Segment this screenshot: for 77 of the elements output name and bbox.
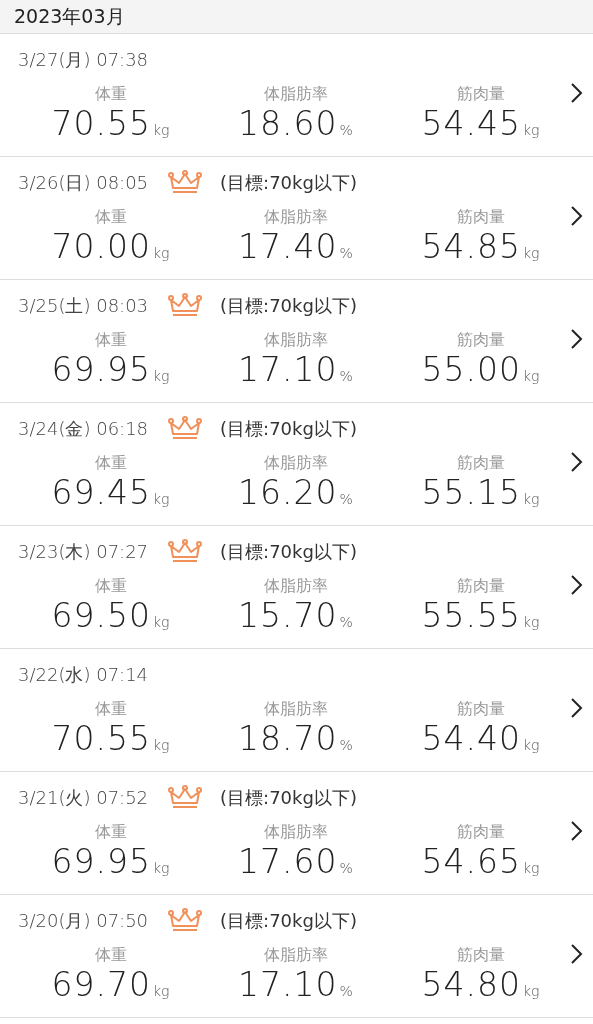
metric-value: 69.70 kg (51, 965, 170, 1006)
goal-text: (目標:70kg以下) (220, 540, 357, 564)
chevron-right-icon[interactable] (569, 574, 583, 596)
crown-icon (168, 170, 203, 196)
metric-value: 18.70% (238, 719, 353, 760)
metric-label: 筋肉量 (456, 453, 505, 473)
metric-value: 69.95 kg (51, 842, 170, 883)
metric-label: 体脂肪率 (263, 84, 328, 104)
metric-label: 体脂肪率 (263, 453, 328, 473)
goal-text: (目標:70kg以下) (220, 171, 357, 195)
crown-icon (168, 293, 203, 319)
metric-label: 筋肉量 (456, 945, 505, 965)
metric-label: 筋肉量 (456, 576, 505, 596)
chevron-right-icon[interactable] (569, 328, 583, 350)
metric-label: 体重 (94, 84, 127, 104)
metric-label: 体脂肪率 (263, 945, 328, 965)
metric-value: 69.95 kg (51, 350, 170, 391)
month-title: 2023年03月 (14, 3, 125, 29)
metric-value: 16.20% (238, 473, 353, 514)
record-datetime: 3/25(土) 08:03 (18, 294, 149, 318)
metric-label: 体脂肪率 (263, 699, 328, 719)
goal-text: (目標:70kg以下) (220, 417, 357, 441)
record-datetime: 3/22(水) 07:14 (18, 663, 149, 687)
metric-value: 55.55 kg (421, 596, 540, 637)
crown-icon (168, 908, 203, 934)
metric-value: 70.55 kg (51, 719, 170, 760)
record-datetime: 3/21(火) 07:52 (18, 786, 149, 810)
metric-label: 体重 (94, 207, 127, 227)
metric-label: 体重 (94, 699, 127, 719)
record-datetime: 3/26(日) 08:05 (18, 171, 149, 195)
metric-label: 筋肉量 (456, 330, 505, 350)
metric-value: 69.45 kg (51, 473, 170, 514)
metric-value: 69.50 kg (51, 596, 170, 637)
metric-label: 体重 (94, 453, 127, 473)
metric-label: 体重 (94, 576, 127, 596)
metric-value: 18.60% (238, 104, 353, 145)
chevron-right-icon[interactable] (569, 205, 583, 227)
metric-label: 筋肉量 (456, 822, 505, 842)
metric-label: 体脂肪率 (263, 330, 328, 350)
chevron-right-icon[interactable] (569, 82, 583, 104)
metric-value: 15.70% (238, 596, 353, 637)
metric-label: 筋肉量 (456, 207, 505, 227)
metric-value: 70.00 kg (51, 227, 170, 268)
metric-value: 70.55 kg (51, 104, 170, 145)
metric-value: 55.15 kg (421, 473, 540, 514)
metric-label: 体脂肪率 (263, 207, 328, 227)
metric-value: 54.45 kg (421, 104, 540, 145)
metric-value: 17.60% (238, 842, 353, 883)
record-datetime: 3/27(月) 07:38 (18, 48, 149, 72)
chevron-right-icon[interactable] (569, 820, 583, 842)
metric-value: 54.65 kg (421, 842, 540, 883)
crown-icon (168, 539, 203, 565)
metric-value: 17.10% (238, 350, 353, 391)
crown-icon (168, 416, 203, 442)
record-datetime: 3/20(月) 07:50 (18, 909, 149, 933)
metric-value: 54.85 kg (421, 227, 540, 268)
goal-text: (目標:70kg以下) (220, 909, 357, 933)
metric-label: 筋肉量 (456, 84, 505, 104)
crown-icon (168, 785, 203, 811)
metric-value: 54.40 kg (421, 719, 540, 760)
goal-text: (目標:70kg以下) (220, 786, 357, 810)
metric-value: 17.40% (238, 227, 353, 268)
chevron-right-icon[interactable] (569, 943, 583, 965)
chevron-right-icon[interactable] (569, 697, 583, 719)
record-datetime: 3/23(木) 07:27 (18, 540, 149, 564)
metric-value: 17.10% (238, 965, 353, 1006)
chevron-right-icon[interactable] (569, 451, 583, 473)
goal-text: (目標:70kg以下) (220, 294, 357, 318)
metric-label: 体重 (94, 822, 127, 842)
metric-value: 54.80 kg (421, 965, 540, 1006)
metric-label: 体重 (94, 945, 127, 965)
metric-label: 体重 (94, 330, 127, 350)
metric-label: 体脂肪率 (263, 576, 328, 596)
record-datetime: 3/24(金) 06:18 (18, 417, 149, 441)
metric-label: 体脂肪率 (263, 822, 328, 842)
metric-label: 筋肉量 (456, 699, 505, 719)
metric-value: 55.00 kg (421, 350, 540, 391)
